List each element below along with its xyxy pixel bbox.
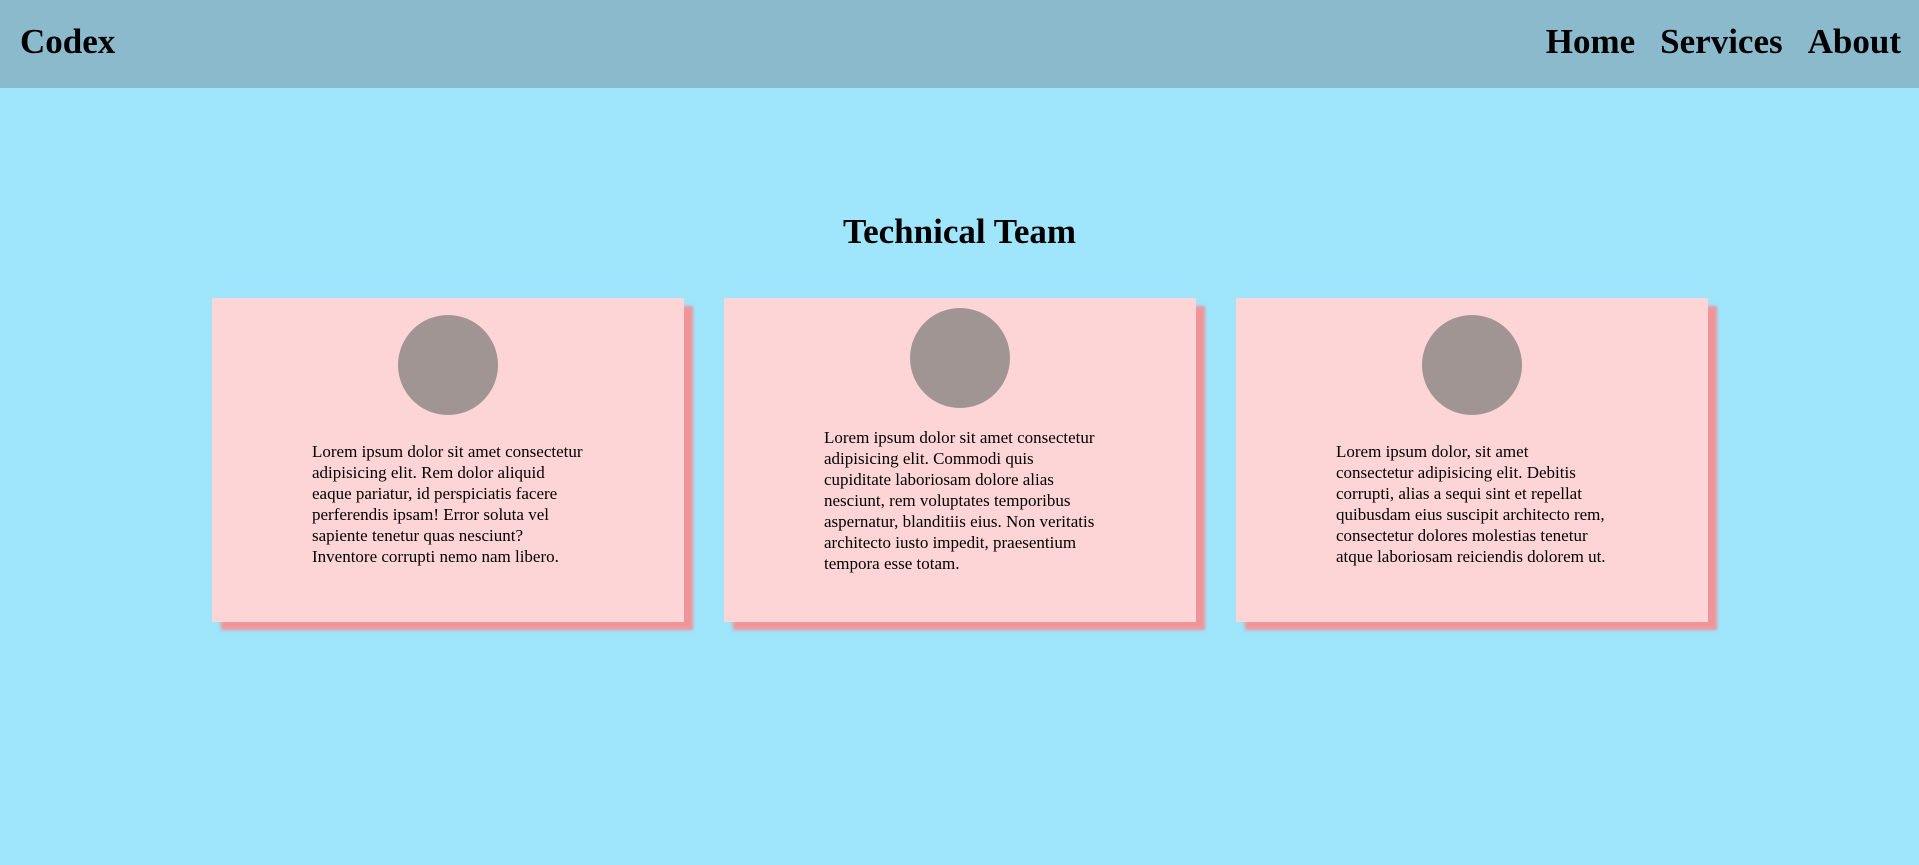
avatar bbox=[1422, 315, 1522, 415]
team-card: Lorem ipsum dolor sit amet consectetur a… bbox=[724, 298, 1196, 622]
section-title: Technical Team bbox=[842, 212, 1077, 251]
nav-link-services[interactable]: Services bbox=[1660, 20, 1782, 64]
avatar bbox=[398, 315, 498, 415]
avatar bbox=[910, 308, 1010, 408]
team-card: Lorem ipsum dolor sit amet consectetur a… bbox=[212, 298, 684, 622]
nav-link-about[interactable]: About bbox=[1808, 20, 1901, 64]
card-text: Lorem ipsum dolor, sit amet consectetur … bbox=[1336, 442, 1606, 566]
navbar: Codex Home Services About bbox=[0, 0, 1919, 88]
nav-link-home[interactable]: Home bbox=[1546, 20, 1635, 64]
card-text: Lorem ipsum dolor sit amet consectetur a… bbox=[824, 428, 1095, 573]
brand-logo[interactable]: Codex bbox=[20, 20, 115, 64]
card-text: Lorem ipsum dolor sit amet consectetur a… bbox=[312, 442, 583, 566]
team-card: Lorem ipsum dolor, sit amet consectetur … bbox=[1236, 298, 1708, 622]
nav-links: Home Services About bbox=[1546, 20, 1901, 64]
